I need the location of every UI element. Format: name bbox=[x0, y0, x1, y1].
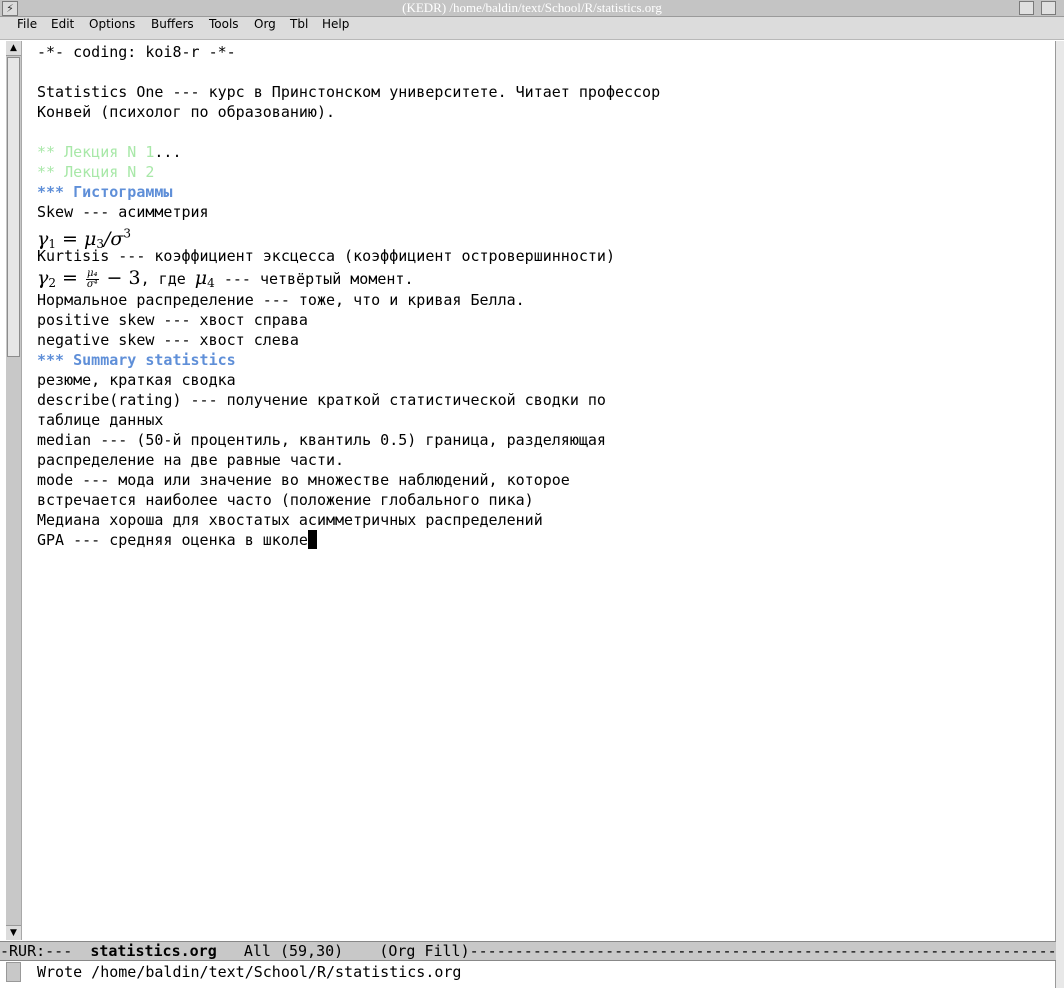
echo-area-scrollbar[interactable] bbox=[6, 962, 21, 982]
buffer-line: describe(rating) --- получение краткой с… bbox=[37, 391, 606, 409]
buffer-line-current: GPA --- средняя оценка в школе bbox=[37, 530, 317, 550]
org-heading-level3[interactable]: *** Гистограммы bbox=[37, 182, 172, 202]
minimize-button[interactable] bbox=[1019, 1, 1034, 15]
modeline-position: All (59,30) bbox=[216, 942, 380, 960]
math-operator: = bbox=[56, 267, 84, 289]
scroll-up-arrow-icon[interactable]: ▲ bbox=[6, 41, 21, 56]
math-fraction: μ₄ σ⁴ bbox=[86, 267, 99, 290]
buffer-line: Kurtisis --- коэффициент эксцесса (коэфф… bbox=[37, 247, 615, 265]
org-heading-level2[interactable]: ** Лекция N 2 bbox=[37, 162, 154, 182]
text-cursor bbox=[307, 530, 317, 549]
math-subscript: 2 bbox=[48, 276, 56, 290]
buffer-text: --- четвёртый момент. bbox=[214, 270, 414, 288]
math-superscript: 3 bbox=[123, 227, 132, 241]
modeline-buffer-name[interactable]: statistics.org bbox=[90, 942, 216, 960]
buffer-line: mode --- мода или значение во множестве … bbox=[37, 471, 570, 489]
buffer-line: встречается наиболее часто (положение гл… bbox=[37, 491, 534, 509]
menu-tools[interactable]: Tools bbox=[209, 17, 239, 39]
folded-ellipsis[interactable]: ... bbox=[154, 143, 181, 161]
math-operator: − 3 bbox=[100, 267, 141, 289]
org-heading-level3[interactable]: *** Summary statistics bbox=[37, 350, 236, 370]
echo-area-message: Wrote /home/baldin/text/School/R/statist… bbox=[37, 963, 462, 981]
buffer-line: таблице данных bbox=[37, 411, 164, 429]
window-right-strip bbox=[1056, 41, 1064, 988]
org-heading-line[interactable]: ** Лекция N 1... bbox=[37, 142, 182, 162]
window-title: (KEDR) /home/baldin/text/School/R/statis… bbox=[402, 0, 662, 15]
buffer-line: negative skew --- хвост слева bbox=[37, 331, 299, 349]
scrollbar-thumb[interactable] bbox=[7, 57, 20, 357]
menu-org[interactable]: Org bbox=[254, 17, 276, 39]
editor-buffer[interactable]: -*- coding: koi8-r -*- Statistics One --… bbox=[37, 42, 1053, 938]
math-formula-kurtosis: γ2 = μ₄ σ⁴ − 3, где μ4 --- четвёртый моме… bbox=[37, 266, 413, 290]
menu-options[interactable]: Options bbox=[89, 17, 135, 39]
modeline-filler: ----------------------------------------… bbox=[469, 942, 1056, 960]
buffer-line: резюме, краткая сводка bbox=[37, 371, 236, 389]
buffer-line: -*- coding: koi8-r -*- bbox=[37, 43, 236, 61]
buffer-text: GPA --- средняя оценка в школе bbox=[37, 531, 308, 549]
buffer-line: Statistics One --- курс в Принстонском у… bbox=[37, 83, 661, 101]
buffer-line: median --- (50-й процентиль, квантиль 0.… bbox=[37, 431, 606, 449]
buffer-line: распределение на две равные части. bbox=[37, 451, 345, 469]
fraction-denominator: σ⁴ bbox=[86, 278, 98, 290]
buffer-text: , где bbox=[140, 270, 195, 288]
math-symbol: μ bbox=[194, 267, 208, 289]
menu-file[interactable]: File bbox=[17, 17, 37, 39]
menu-tbl[interactable]: Tbl bbox=[290, 17, 308, 39]
math-formula-skew: γ1 = μ3/σ3 bbox=[37, 222, 132, 251]
buffer-line: Конвей (психолог по образованию). bbox=[37, 103, 336, 121]
title-bar[interactable]: ⚡ (KEDR) /home/baldin/text/School/R/stat… bbox=[0, 0, 1064, 17]
buffer-line: Медиана хороша для хвостатых асимметричн… bbox=[37, 511, 543, 529]
modeline-major-mode[interactable]: (Org Fill) bbox=[379, 942, 469, 960]
fraction-numerator: μ₄ bbox=[86, 267, 99, 280]
modeline-status: -RUR:--- bbox=[0, 942, 91, 960]
org-heading-level2[interactable]: ** Лекция N 1 bbox=[37, 143, 154, 161]
menu-buffers[interactable]: Buffers bbox=[151, 17, 194, 39]
buffer-line: positive skew --- хвост справа bbox=[37, 311, 308, 329]
vertical-scrollbar[interactable]: ▲ ▼ bbox=[6, 41, 22, 940]
mode-line[interactable]: -RUR:--- statistics.org All (59,30) (Org… bbox=[0, 941, 1056, 961]
scroll-down-arrow-icon[interactable]: ▼ bbox=[6, 925, 21, 940]
math-symbol: γ bbox=[37, 267, 49, 289]
close-button[interactable] bbox=[1041, 1, 1056, 15]
buffer-line: Нормальное распределение --- тоже, что и… bbox=[37, 291, 525, 309]
menu-bar: File Edit Options Buffers Tools Org Tbl … bbox=[0, 17, 1064, 40]
math-subscript: 4 bbox=[207, 276, 215, 290]
buffer-line: Skew --- асимметрия bbox=[37, 203, 209, 221]
menu-help[interactable]: Help bbox=[322, 17, 349, 39]
menu-edit[interactable]: Edit bbox=[51, 17, 74, 39]
